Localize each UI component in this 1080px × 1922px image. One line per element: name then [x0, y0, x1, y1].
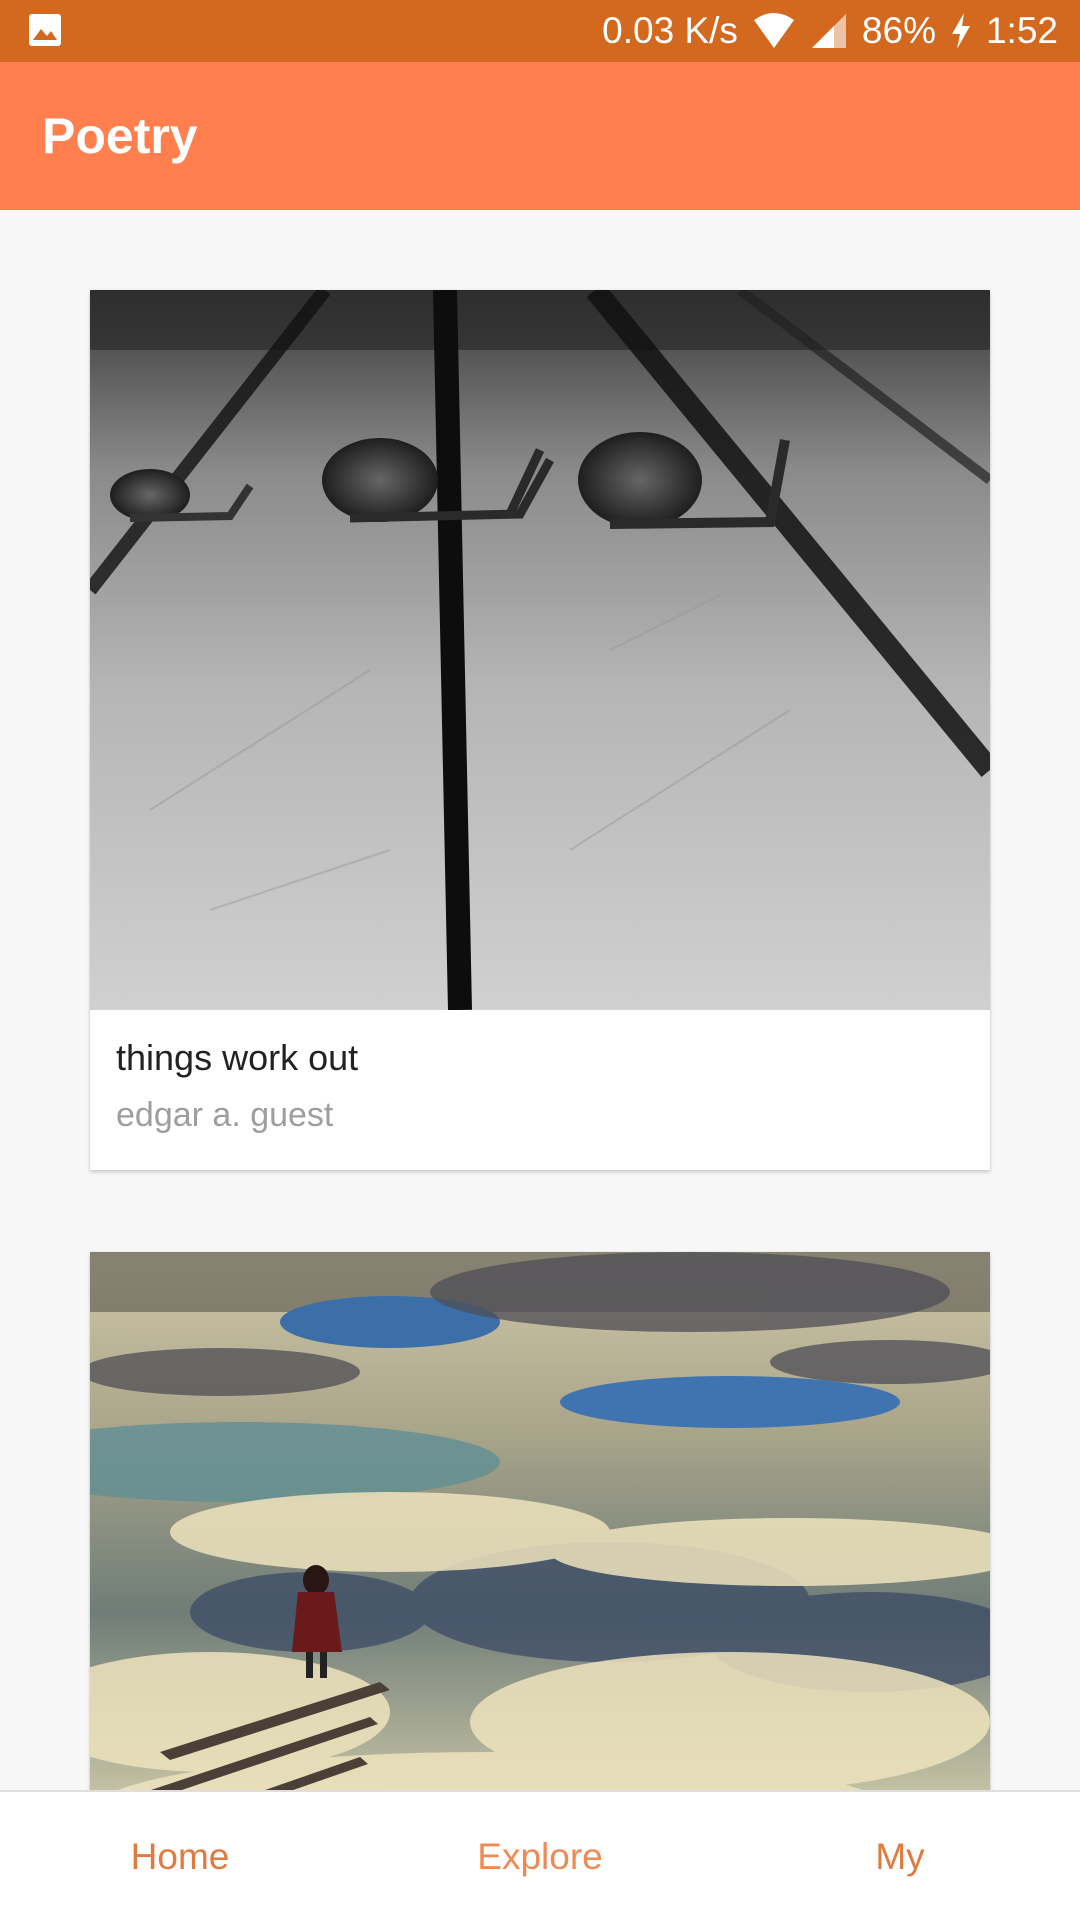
- bottom-navigation: Home Explore My: [0, 1790, 1080, 1922]
- poem-image-clouds: [90, 1252, 990, 1790]
- poem-image-snails: [90, 290, 990, 1010]
- poem-feed[interactable]: things work out edgar a. guest: [0, 210, 1080, 1790]
- charging-bolt-icon: [950, 12, 972, 50]
- poem-card[interactable]: things work out edgar a. guest: [90, 290, 990, 1170]
- poem-card[interactable]: [90, 1252, 990, 1790]
- battery-percent: 86%: [861, 10, 936, 51]
- poem-title: things work out: [116, 1037, 359, 1078]
- poem-author: edgar a. guest: [116, 1096, 334, 1134]
- wifi-icon: [752, 12, 796, 50]
- tab-my[interactable]: My: [720, 1836, 1080, 1878]
- image-notification-icon: [28, 13, 62, 47]
- status-bar: 0.03 K/s 86% 1:52: [0, 0, 1080, 62]
- network-speed: 0.03 K/s: [602, 10, 738, 51]
- clock: 1:52: [985, 10, 1058, 51]
- app-title: Poetry: [42, 108, 198, 164]
- cell-signal-icon: [810, 12, 848, 50]
- tab-explore[interactable]: Explore: [360, 1836, 720, 1878]
- app-bar: Poetry: [0, 62, 1080, 210]
- tab-home[interactable]: Home: [0, 1836, 360, 1878]
